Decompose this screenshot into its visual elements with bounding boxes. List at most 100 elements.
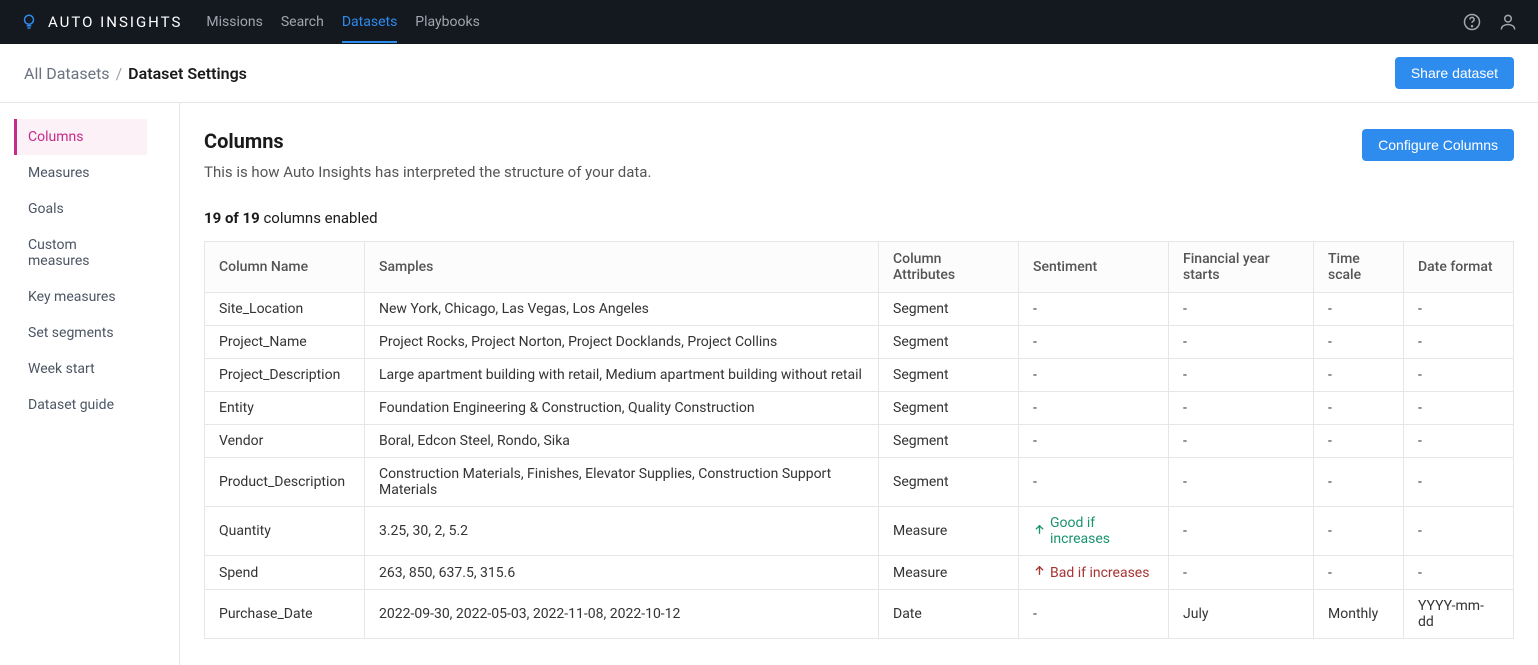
nav-search[interactable]: Search bbox=[281, 2, 324, 42]
sidebar: Columns Measures Goals Custom measures K… bbox=[0, 103, 180, 665]
td-samples: Project Rocks, Project Norton, Project D… bbox=[365, 326, 879, 359]
td-attributes: Segment bbox=[879, 425, 1019, 458]
sentiment-label: Good if increases bbox=[1050, 515, 1154, 547]
sidebar-item-columns[interactable]: Columns bbox=[14, 119, 147, 155]
sentiment-good: Good if increases bbox=[1033, 515, 1154, 547]
td-attributes: Segment bbox=[879, 293, 1019, 326]
table-row: Project_NameProject Rocks, Project Norto… bbox=[205, 326, 1514, 359]
td-fin-year: - bbox=[1169, 392, 1314, 425]
table-row: Project_DescriptionLarge apartment build… bbox=[205, 359, 1514, 392]
td-attributes: Measure bbox=[879, 556, 1019, 590]
sidebar-item-goals[interactable]: Goals bbox=[14, 191, 147, 227]
td-samples: 2022-09-30, 2022-05-03, 2022-11-08, 2022… bbox=[365, 590, 879, 639]
td-fin-year: - bbox=[1169, 458, 1314, 507]
table-row: EntityFoundation Engineering & Construct… bbox=[205, 392, 1514, 425]
td-time-scale: - bbox=[1314, 556, 1404, 590]
configure-columns-button[interactable]: Configure Columns bbox=[1362, 129, 1514, 161]
table-row: VendorBoral, Edcon Steel, Rondo, SikaSeg… bbox=[205, 425, 1514, 458]
columns-enabled-count: 19 of 19 columns enabled bbox=[204, 209, 1514, 227]
sidebar-item-dataset-guide[interactable]: Dataset guide bbox=[14, 387, 147, 423]
table-row: Quantity3.25, 30, 2, 5.2MeasureGood if i… bbox=[205, 507, 1514, 556]
brand-text: AUTO INSIGHTS bbox=[48, 13, 182, 31]
td-sentiment: - bbox=[1019, 326, 1169, 359]
nav-missions[interactable]: Missions bbox=[206, 2, 262, 42]
td-sentiment: - bbox=[1019, 425, 1169, 458]
td-samples: Boral, Edcon Steel, Rondo, Sika bbox=[365, 425, 879, 458]
td-date-format: - bbox=[1404, 293, 1514, 326]
td-attributes: Date bbox=[879, 590, 1019, 639]
table-row: Spend263, 850, 637.5, 315.6Measure Bad if… bbox=[205, 556, 1514, 590]
nav-datasets[interactable]: Datasets bbox=[342, 2, 397, 42]
td-sentiment: Good if increases bbox=[1019, 507, 1169, 556]
td-time-scale: - bbox=[1314, 425, 1404, 458]
top-nav: AUTO INSIGHTS Missions Search Datasets P… bbox=[0, 0, 1538, 44]
td-time-scale: - bbox=[1314, 326, 1404, 359]
td-samples: 3.25, 30, 2, 5.2 bbox=[365, 507, 879, 556]
td-attributes: Segment bbox=[879, 326, 1019, 359]
td-sentiment: - bbox=[1019, 590, 1169, 639]
th-fin-year: Financial year starts bbox=[1169, 242, 1314, 293]
sentiment-label: Bad if increases bbox=[1050, 565, 1149, 581]
td-time-scale: - bbox=[1314, 507, 1404, 556]
sidebar-item-measures[interactable]: Measures bbox=[14, 155, 147, 191]
sidebar-item-custom-measures[interactable]: Custom measures bbox=[14, 227, 147, 279]
breadcrumb-all-datasets[interactable]: All Datasets bbox=[24, 64, 110, 83]
td-sentiment: Bad if increases bbox=[1019, 556, 1169, 590]
page-subtitle: This is how Auto Insights has interprete… bbox=[204, 163, 651, 181]
arrow-up-icon bbox=[1033, 523, 1046, 540]
breadcrumb: All Datasets / Dataset Settings bbox=[24, 64, 247, 83]
user-icon[interactable] bbox=[1498, 12, 1518, 32]
sentiment-bad: Bad if increases bbox=[1033, 564, 1149, 581]
td-samples: 263, 850, 637.5, 315.6 bbox=[365, 556, 879, 590]
table-row: Product_DescriptionConstruction Material… bbox=[205, 458, 1514, 507]
breadcrumb-current: Dataset Settings bbox=[128, 64, 247, 83]
td-date-format: - bbox=[1404, 425, 1514, 458]
subheader: All Datasets / Dataset Settings Share da… bbox=[0, 44, 1538, 103]
table-row: Site_LocationNew York, Chicago, Las Vega… bbox=[205, 293, 1514, 326]
td-fin-year: - bbox=[1169, 425, 1314, 458]
td-column-name: Site_Location bbox=[205, 293, 365, 326]
sidebar-item-key-measures[interactable]: Key measures bbox=[14, 279, 147, 315]
td-fin-year: - bbox=[1169, 293, 1314, 326]
td-time-scale: - bbox=[1314, 458, 1404, 507]
brand-logo[interactable]: AUTO INSIGHTS bbox=[20, 13, 182, 31]
help-icon[interactable] bbox=[1462, 12, 1482, 32]
td-sentiment: - bbox=[1019, 458, 1169, 507]
arrow-up-icon bbox=[1033, 564, 1046, 581]
td-samples: Construction Materials, Finishes, Elevat… bbox=[365, 458, 879, 507]
main-content: Columns This is how Auto Insights has in… bbox=[180, 103, 1538, 665]
td-attributes: Segment bbox=[879, 458, 1019, 507]
td-column-name: Product_Description bbox=[205, 458, 365, 507]
nav-playbooks[interactable]: Playbooks bbox=[415, 2, 480, 42]
sidebar-item-week-start[interactable]: Week start bbox=[14, 351, 147, 387]
td-fin-year: - bbox=[1169, 507, 1314, 556]
td-samples: Foundation Engineering & Construction, Q… bbox=[365, 392, 879, 425]
td-column-name: Vendor bbox=[205, 425, 365, 458]
td-attributes: Segment bbox=[879, 392, 1019, 425]
td-column-name: Purchase_Date bbox=[205, 590, 365, 639]
td-column-name: Project_Name bbox=[205, 326, 365, 359]
td-date-format: YYYY-mm-dd bbox=[1404, 590, 1514, 639]
td-column-name: Spend bbox=[205, 556, 365, 590]
td-time-scale: - bbox=[1314, 359, 1404, 392]
td-samples: New York, Chicago, Las Vegas, Los Angele… bbox=[365, 293, 879, 326]
td-time-scale: - bbox=[1314, 392, 1404, 425]
td-fin-year: July bbox=[1169, 590, 1314, 639]
td-samples: Large apartment building with retail, Me… bbox=[365, 359, 879, 392]
share-dataset-button[interactable]: Share dataset bbox=[1395, 57, 1514, 89]
td-date-format: - bbox=[1404, 458, 1514, 507]
lightbulb-icon bbox=[20, 13, 38, 31]
td-sentiment: - bbox=[1019, 293, 1169, 326]
td-date-format: - bbox=[1404, 326, 1514, 359]
page-title: Columns bbox=[204, 129, 651, 153]
sidebar-item-set-segments[interactable]: Set segments bbox=[14, 315, 147, 351]
th-sentiment: Sentiment bbox=[1019, 242, 1169, 293]
td-fin-year: - bbox=[1169, 326, 1314, 359]
columns-table: Column Name Samples Column Attributes Se… bbox=[204, 241, 1514, 639]
table-row: Purchase_Date2022-09-30, 2022-05-03, 202… bbox=[205, 590, 1514, 639]
th-time-scale: Time scale bbox=[1314, 242, 1404, 293]
th-column-name: Column Name bbox=[205, 242, 365, 293]
td-column-name: Project_Description bbox=[205, 359, 365, 392]
th-samples: Samples bbox=[365, 242, 879, 293]
td-sentiment: - bbox=[1019, 359, 1169, 392]
